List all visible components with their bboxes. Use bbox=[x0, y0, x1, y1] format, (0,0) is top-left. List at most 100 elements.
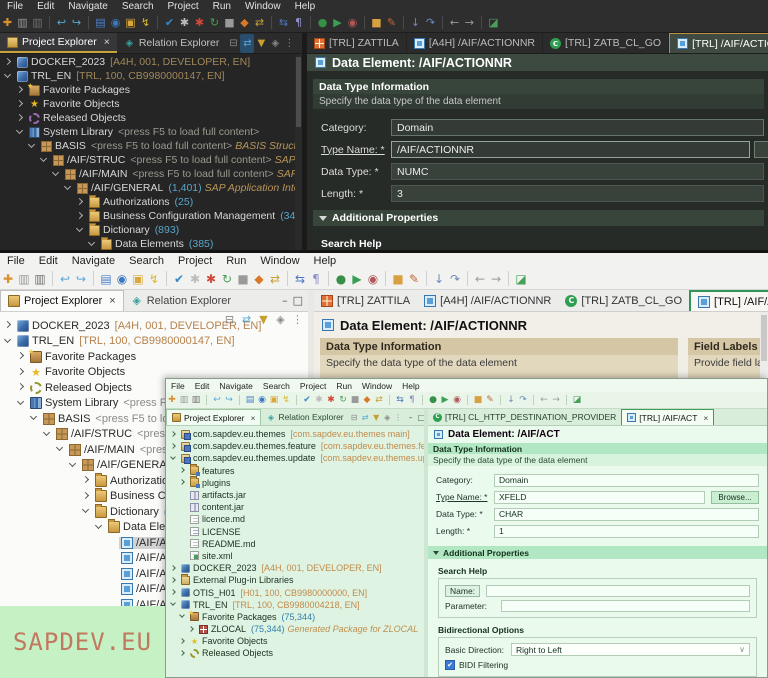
feed-reader-icon[interactable]: ◆ bbox=[361, 395, 373, 405]
tree-item-business-configuration-management[interactable]: Business Configuration Management (34) bbox=[0, 208, 302, 223]
format-icon[interactable]: ✎ bbox=[384, 16, 399, 29]
tree-item-trl-en[interactable]: TRL_EN [TRL, 100, CB9980000147, EN] bbox=[0, 334, 308, 350]
debug-icon[interactable]: ● bbox=[427, 395, 439, 405]
tree-item-external-plug-in-libraries[interactable]: External Plug-in Libraries bbox=[166, 573, 424, 586]
back-icon[interactable]: ← bbox=[447, 16, 462, 29]
new-object-icon[interactable]: ✱ bbox=[313, 395, 325, 405]
type-name-input[interactable]: XFELD bbox=[494, 490, 705, 504]
forward-icon[interactable]: → bbox=[550, 395, 562, 405]
menu-help[interactable]: Help bbox=[397, 381, 424, 391]
expander-icon[interactable] bbox=[187, 626, 194, 633]
tree-item-com-sapdev-eu-themes-update[interactable]: com.sapdev.eu.themes.update [com.sapdev.e… bbox=[166, 452, 424, 464]
menu-run[interactable]: Run bbox=[219, 255, 253, 267]
expander-icon[interactable] bbox=[51, 170, 60, 179]
category-input[interactable]: Domain bbox=[391, 119, 764, 136]
tree-item-readme-md[interactable]: README.md bbox=[166, 538, 424, 550]
undo-icon[interactable]: ↩ bbox=[57, 272, 73, 286]
transport-icon[interactable]: ⇄ bbox=[267, 272, 283, 286]
menu-run[interactable]: Run bbox=[331, 381, 357, 391]
menu-project[interactable]: Project bbox=[171, 255, 219, 267]
search-icon[interactable]: ◉ bbox=[108, 16, 123, 29]
expander-icon[interactable] bbox=[63, 184, 72, 193]
editor-tab-trl-cl-http-destination-provider[interactable]: [TRL] CL_HTTP_DESTINATION_PROVIDER bbox=[428, 409, 621, 425]
tree-item-trl-en[interactable]: TRL_EN [TRL, 100, CB9980004218, EN] bbox=[166, 599, 424, 611]
tree-item-favorite-packages[interactable]: Favorite Packages bbox=[0, 348, 308, 365]
link-with-editor-icon[interactable]: ⇄ bbox=[360, 410, 371, 425]
expander-icon[interactable] bbox=[3, 321, 12, 330]
tree-item-zlocal[interactable]: ZLOCAL (75,344) Generated Package for ZLOC… bbox=[166, 623, 424, 635]
parameter-input[interactable] bbox=[501, 599, 750, 612]
expander-icon[interactable] bbox=[42, 430, 51, 439]
editor-tab-a4h-aif-actionnr[interactable]: [A4H] /AIF/ACTIONNR bbox=[407, 33, 544, 53]
run-check-icon[interactable]: ✔ bbox=[171, 272, 187, 286]
menu-search[interactable]: Search bbox=[122, 255, 171, 267]
collapse-all-icon[interactable]: ⊟ bbox=[222, 312, 237, 330]
step-into-icon[interactable]: ↓ bbox=[505, 395, 517, 405]
run-icon[interactable]: ▶ bbox=[349, 272, 365, 286]
focus-icon[interactable]: ◈ bbox=[268, 34, 282, 53]
view-menu-icon[interactable]: ⋮ bbox=[282, 34, 296, 53]
step-over-icon[interactable]: ↷ bbox=[447, 272, 463, 286]
type-name-label[interactable]: Type Name: * bbox=[321, 144, 391, 156]
data-type-input[interactable]: CHAR bbox=[494, 507, 759, 521]
filter-icon[interactable]: ▼ bbox=[371, 410, 382, 425]
menu-search[interactable]: Search bbox=[258, 381, 295, 391]
back-icon[interactable]: ← bbox=[472, 272, 488, 286]
focus-icon[interactable]: ◈ bbox=[273, 312, 288, 330]
last-edit-location-icon[interactable]: ◪ bbox=[571, 395, 583, 405]
expander-icon[interactable] bbox=[81, 507, 90, 516]
view-menu-icon[interactable]: ⋮ bbox=[393, 410, 404, 425]
feed-reader-icon[interactable]: ◆ bbox=[237, 16, 252, 29]
expander-icon[interactable] bbox=[169, 601, 176, 608]
tree-item-licence-md[interactable]: licence.md bbox=[166, 513, 424, 525]
profile-icon[interactable]: ◉ bbox=[451, 395, 463, 405]
menu-edit[interactable]: Edit bbox=[32, 255, 65, 267]
expander-icon[interactable] bbox=[178, 467, 185, 474]
editor-tab-trl-zatb-cl-go[interactable]: [TRL] ZATB_CL_GO bbox=[543, 33, 670, 53]
tree-item-released-objects[interactable]: Released Objects bbox=[166, 647, 424, 659]
profile-icon[interactable]: ◉ bbox=[345, 16, 360, 29]
expander-icon[interactable] bbox=[15, 86, 24, 95]
open-sap-gui-icon[interactable]: ▣ bbox=[268, 395, 280, 405]
menu-run[interactable]: Run bbox=[206, 1, 238, 12]
forward-icon[interactable]: → bbox=[488, 272, 504, 286]
bidi-filtering-checkbox[interactable]: ✔ bbox=[445, 659, 455, 670]
last-edit-location-icon[interactable]: ◪ bbox=[486, 16, 501, 29]
expander-icon[interactable] bbox=[68, 461, 77, 470]
menu-file[interactable]: File bbox=[166, 381, 190, 391]
expander-icon[interactable] bbox=[55, 445, 64, 454]
tab-project-explorer[interactable]: Project Explorer × bbox=[166, 409, 262, 425]
tab-relation-explorer[interactable]: Relation Explorer bbox=[124, 290, 238, 311]
mass-activation-icon[interactable]: ✱ bbox=[325, 395, 337, 405]
tree-item-released-objects[interactable]: Released Objects bbox=[0, 111, 302, 125]
expander-icon[interactable] bbox=[87, 240, 96, 249]
tree-item-basis[interactable]: BASIS <press F5 to load full content> BASI… bbox=[0, 139, 302, 153]
tree-item-site-xml[interactable]: site.xml bbox=[166, 550, 424, 562]
expander-icon[interactable] bbox=[178, 650, 185, 657]
show-whitespace-icon[interactable]: ¶ bbox=[406, 395, 418, 405]
editor-tab-a4h-aif-actionnr[interactable]: [A4H] /AIF/ACTIONNR bbox=[417, 290, 558, 311]
expander-icon[interactable] bbox=[15, 114, 24, 123]
expander-icon[interactable] bbox=[15, 100, 24, 109]
length-input[interactable]: 1 bbox=[494, 524, 759, 538]
editor-tab-trl-zatb-cl-go[interactable]: [TRL] ZATB_CL_GO bbox=[558, 290, 689, 311]
length-input[interactable]: 3 bbox=[391, 185, 764, 202]
tree-item-license[interactable]: LICENSE bbox=[166, 526, 424, 538]
maximize-icon[interactable]: □ bbox=[293, 294, 303, 307]
tab-project-explorer[interactable]: Project Explorer × bbox=[0, 33, 117, 53]
expander-icon[interactable] bbox=[169, 577, 176, 584]
tab-project-explorer[interactable]: Project Explorer × bbox=[0, 290, 124, 311]
menu-window[interactable]: Window bbox=[357, 381, 397, 391]
editor-tab-trl-aif-act[interactable]: [TRL] /AIF/ACT × bbox=[621, 409, 715, 425]
tree-item-system-library[interactable]: System Library <press F5 to load full con… bbox=[0, 125, 302, 139]
expander-icon[interactable] bbox=[178, 613, 185, 620]
tree-item-aif-main[interactable]: /AIF/MAIN <press F5 to load full content>… bbox=[0, 167, 302, 181]
tree-item-dictionary[interactable]: Dictionary (893) bbox=[0, 222, 302, 237]
compare-icon[interactable]: ⇆ bbox=[394, 395, 406, 405]
show-whitespace-icon[interactable]: ¶ bbox=[291, 16, 306, 29]
scrollbar-vertical[interactable] bbox=[295, 54, 302, 250]
menu-edit[interactable]: Edit bbox=[190, 381, 215, 391]
minimize-icon[interactable]: – bbox=[409, 413, 413, 422]
save-icon[interactable]: ▥ bbox=[15, 16, 30, 29]
format-icon[interactable]: ✎ bbox=[484, 395, 496, 405]
